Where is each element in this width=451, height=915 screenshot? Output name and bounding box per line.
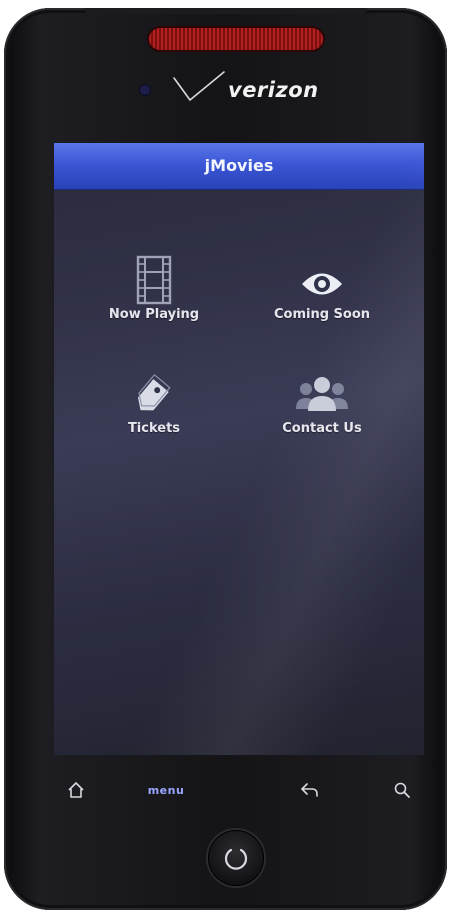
app-title: jMovies bbox=[204, 156, 274, 175]
carrier-logo-text: verizon bbox=[228, 78, 319, 102]
phone-device: verizon jMovies Now Playing Coming Soon … bbox=[4, 8, 447, 910]
film-strip-icon bbox=[136, 255, 172, 305]
tickets-button[interactable]: Tickets bbox=[84, 369, 224, 449]
phone-top-edge bbox=[84, 8, 367, 14]
menu-softkey[interactable]: menu bbox=[138, 770, 194, 810]
now-playing-label: Now Playing bbox=[108, 307, 200, 322]
verizon-check-icon bbox=[173, 71, 225, 101]
app-title-bar: jMovies bbox=[54, 143, 424, 190]
ticket-tag-icon bbox=[137, 373, 171, 411]
eye-icon bbox=[302, 273, 342, 295]
back-softkey[interactable] bbox=[292, 770, 328, 810]
carrier-logo: verizon bbox=[228, 78, 319, 102]
app-screen: jMovies Now Playing Coming Soon Tickets … bbox=[54, 143, 424, 755]
search-softkey[interactable] bbox=[384, 770, 420, 810]
coming-soon-button[interactable]: Coming Soon bbox=[252, 255, 392, 335]
search-icon bbox=[394, 782, 410, 798]
menu-softkey-label: menu bbox=[147, 783, 185, 797]
coming-soon-label: Coming Soon bbox=[273, 307, 371, 322]
trackball-icon bbox=[224, 848, 248, 870]
now-playing-button[interactable]: Now Playing bbox=[84, 255, 224, 335]
people-icon bbox=[296, 377, 348, 411]
home-icon bbox=[68, 782, 84, 798]
tickets-label: Tickets bbox=[127, 421, 181, 436]
trackball-button[interactable] bbox=[208, 830, 264, 886]
contact-us-button[interactable]: Contact Us bbox=[252, 369, 392, 449]
contact-us-label: Contact Us bbox=[282, 421, 362, 436]
front-camera bbox=[140, 85, 150, 95]
hardware-softkeys: menu bbox=[40, 770, 420, 810]
back-arrow-icon bbox=[301, 783, 318, 797]
speaker-grille bbox=[149, 28, 323, 50]
home-softkey[interactable] bbox=[58, 770, 94, 810]
